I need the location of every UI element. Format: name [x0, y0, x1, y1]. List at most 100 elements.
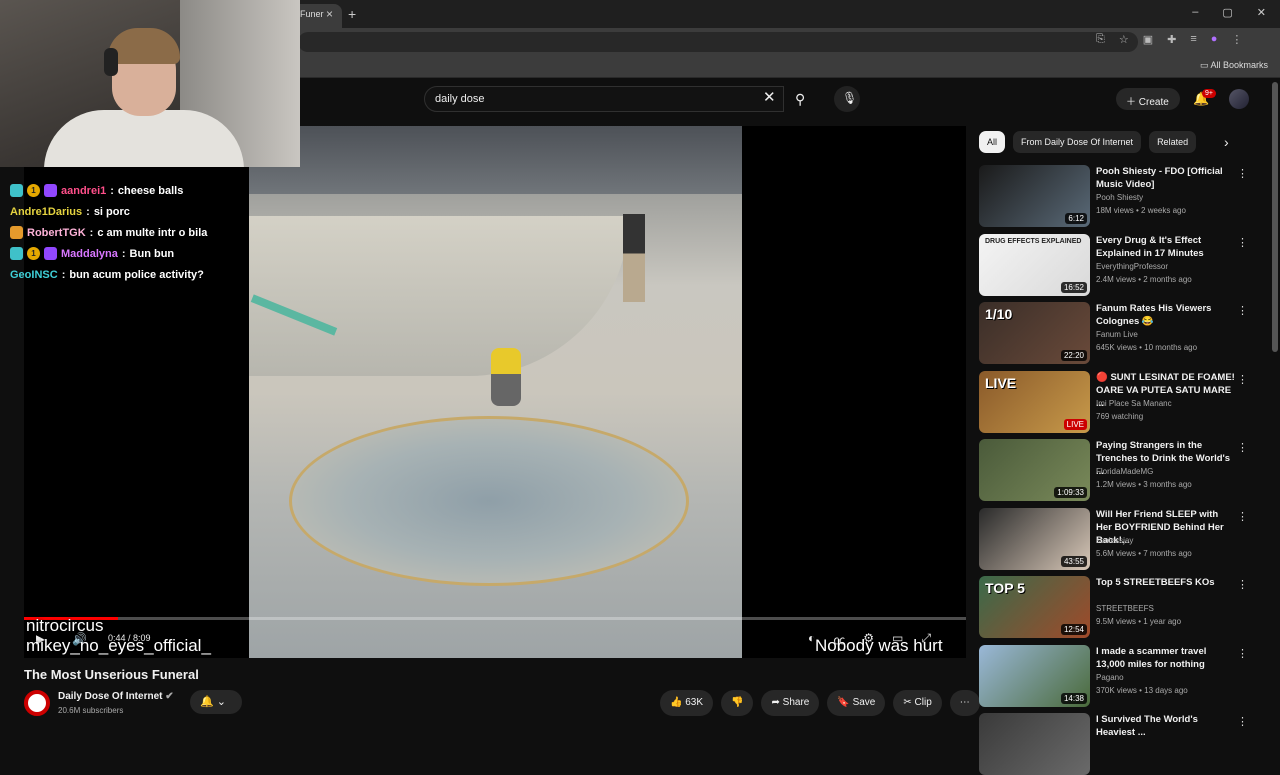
recommendation-channel[interactable]: Pagano	[1096, 673, 1124, 682]
video-thumbnail[interactable]: 14:38	[979, 644, 1090, 707]
more-options-icon[interactable]: ⋮	[1237, 510, 1248, 523]
duration-badge: LIVE	[1063, 418, 1087, 430]
star-icon[interactable]: ☆	[1119, 33, 1129, 46]
dislike-button[interactable]: 👎	[721, 690, 754, 716]
filter-chip[interactable]: Related	[1149, 131, 1197, 153]
thumbnail-text: TOP 5	[985, 580, 1025, 596]
more-options-icon[interactable]: ⋮	[1237, 578, 1248, 591]
more-options-icon[interactable]: ⋮	[1237, 715, 1248, 728]
video-thumbnail[interactable]: 6:12	[979, 165, 1090, 227]
recommendation-channel[interactable]: STREETBEEFS	[1096, 604, 1154, 613]
search-input[interactable]: daily dose	[424, 86, 784, 112]
profile-icon[interactable]: ●	[1211, 33, 1218, 46]
channel-avatar[interactable]	[24, 690, 50, 716]
recommendation-meta: 769 watching	[1096, 411, 1144, 421]
chat-username[interactable]: GeoINSC	[10, 269, 58, 281]
recommendation-card[interactable]: LIVE LIVE 🔴 SUNT LESINAT DE FOAME! OARE VA…	[979, 370, 1259, 433]
video-thumbnail[interactable]: 1/10 22:20	[979, 302, 1090, 364]
chevron-right-icon[interactable]: ›	[1224, 134, 1229, 150]
recommendation-title[interactable]: Every Drug & It's Effect Explained in 17…	[1096, 234, 1236, 260]
window-controls: – ▢ ✕	[1192, 6, 1266, 19]
recommendation-channel[interactable]: EverythingProfessor	[1096, 262, 1168, 271]
filter-chip[interactable]: From Daily Dose Of Internet	[1013, 131, 1142, 153]
video-thumbnail[interactable]: 1:09:33	[979, 439, 1090, 501]
recommendation-title[interactable]: Fanum Rates His Viewers Colognes 😂	[1096, 302, 1236, 328]
recommendation-title[interactable]: I made a scammer travel 13,000 miles for…	[1096, 645, 1236, 671]
maximize-icon[interactable]: ▢	[1222, 6, 1232, 19]
video-thumbnail[interactable]: LIVE LIVE	[979, 370, 1090, 433]
tab-close-icon[interactable]: ×	[326, 7, 333, 21]
recommendation-card[interactable]: TOP 5 12:54 Top 5 STREETBEEFS KOs STREETBEE…	[979, 576, 1259, 638]
bits-badge-icon	[44, 247, 57, 260]
recommendation-card[interactable]: I Survived The World's Heaviest ... ⋮	[979, 713, 1259, 775]
video-thumbnail[interactable]	[979, 713, 1090, 775]
like-count: 63K	[685, 697, 704, 708]
video-thumbnail[interactable]: 43:55	[979, 507, 1090, 570]
thumbnail-text: LIVE	[985, 374, 1017, 391]
like-button[interactable]: 👍 63K	[660, 690, 714, 716]
recommendation-title[interactable]: Pooh Shiesty - FDO [Official Music Video…	[1096, 165, 1236, 191]
recommendation-card[interactable]: 1/10 22:20 Fanum Rates His Viewers Cologne…	[979, 302, 1259, 364]
recommendation-meta: 370K views • 13 days ago	[1096, 685, 1188, 695]
minimize-icon[interactable]: –	[1192, 6, 1198, 19]
menu-dots-icon[interactable]: ⋮	[1231, 33, 1242, 46]
puzzle-icon[interactable]: ✚	[1167, 33, 1176, 46]
chat-username[interactable]: Andre1Darius	[10, 206, 82, 218]
more-options-icon[interactable]: ⋮	[1237, 167, 1248, 180]
media-icon[interactable]: ≡	[1190, 33, 1196, 46]
subscription-bell-button[interactable]: 🔔 ⌄	[190, 690, 242, 714]
more-options-icon[interactable]: ⋮	[1237, 647, 1248, 660]
clip-button[interactable]: ✂ Clip	[893, 690, 942, 716]
recommendation-card[interactable]: 43:55 Will Her Friend SLEEP with Her BOYF…	[979, 507, 1259, 570]
recommendation-channel[interactable]: FloridaMadeMG	[1096, 467, 1153, 476]
search-icon[interactable]: ⚲	[786, 86, 818, 112]
account-avatar[interactable]	[1229, 89, 1249, 109]
progress-bar[interactable]	[24, 617, 966, 620]
extension-icon[interactable]: ▣	[1143, 33, 1153, 46]
recommendation-card[interactable]: 14:38 I made a scammer travel 13,000 mile…	[979, 644, 1259, 707]
recommendation-title[interactable]: I Survived The World's Heaviest ...	[1096, 713, 1236, 739]
more-options-icon[interactable]: ⋮	[1237, 441, 1248, 454]
toolbar-icons: ⎘ ☆ ▣ ✚ ≡ ● ⋮	[1096, 33, 1242, 46]
recommendation-channel[interactable]: soulessjay	[1096, 536, 1133, 545]
video-thumbnail[interactable]: DRUG EFFECTS EXPLAINED 16:52	[979, 233, 1090, 296]
recommendation-channel[interactable]: Fanum Live	[1096, 330, 1138, 339]
more-options-icon[interactable]: ⋮	[1237, 373, 1248, 386]
recommendation-channel[interactable]: Imi Place Sa Mananc	[1096, 399, 1172, 408]
channel-name[interactable]: Daily Dose Of Internet ✔	[58, 691, 174, 702]
duration-badge: 16:52	[1060, 281, 1087, 293]
address-input[interactable]	[298, 32, 1138, 52]
mic-icon[interactable]: 🎙	[834, 86, 860, 112]
video-frame[interactable]	[249, 126, 742, 658]
sq-badge-icon	[10, 247, 23, 260]
chat-text: bun acum police activity?	[69, 268, 204, 281]
recommendation-card[interactable]: 1:09:33 Paying Strangers in the Trenches …	[979, 439, 1259, 501]
more-options-icon[interactable]: ⋮	[1237, 236, 1248, 249]
recommendation-title[interactable]: Top 5 STREETBEEFS KOs	[1096, 576, 1236, 589]
create-button[interactable]: ＋ Create	[1116, 88, 1180, 110]
share-button[interactable]: ➦ Share	[761, 690, 820, 716]
chat-username[interactable]: RobertTGK	[27, 227, 86, 239]
video-thumbnail[interactable]: TOP 5 12:54	[979, 576, 1090, 638]
chat-separator: :	[61, 268, 66, 281]
save-button[interactable]: 🔖 Save	[827, 690, 886, 716]
all-bookmarks-button[interactable]: ▭ All Bookmarks	[1200, 60, 1268, 71]
create-label: Create	[1138, 97, 1169, 108]
scrollbar[interactable]	[1272, 82, 1278, 352]
recommendation-channel[interactable]: Pooh Shiesty	[1096, 193, 1143, 202]
filter-chip[interactable]: All	[979, 131, 1006, 153]
coin-badge-icon: 1	[27, 184, 40, 197]
tab-title: Funer	[300, 9, 324, 19]
more-options-icon[interactable]: ⋮	[1237, 304, 1248, 317]
clear-search-icon[interactable]: ✕	[763, 88, 776, 106]
more-actions-button[interactable]: ⋯	[949, 690, 980, 716]
chat-username[interactable]: Maddalyna	[61, 248, 118, 260]
thumbnail-text: 1/10	[985, 306, 1013, 322]
recommendation-card[interactable]: DRUG EFFECTS EXPLAINED 16:52 Every Drug & …	[979, 233, 1259, 296]
chat-message: Andre1Darius: si porc	[10, 201, 250, 222]
close-window-icon[interactable]: ✕	[1257, 6, 1266, 19]
install-icon[interactable]: ⎘	[1096, 33, 1105, 46]
chat-username[interactable]: aandrei1	[61, 185, 106, 197]
new-tab-button[interactable]: +	[348, 6, 356, 22]
recommendation-card[interactable]: 6:12 Pooh Shiesty - FDO [Official Music V…	[979, 165, 1259, 227]
